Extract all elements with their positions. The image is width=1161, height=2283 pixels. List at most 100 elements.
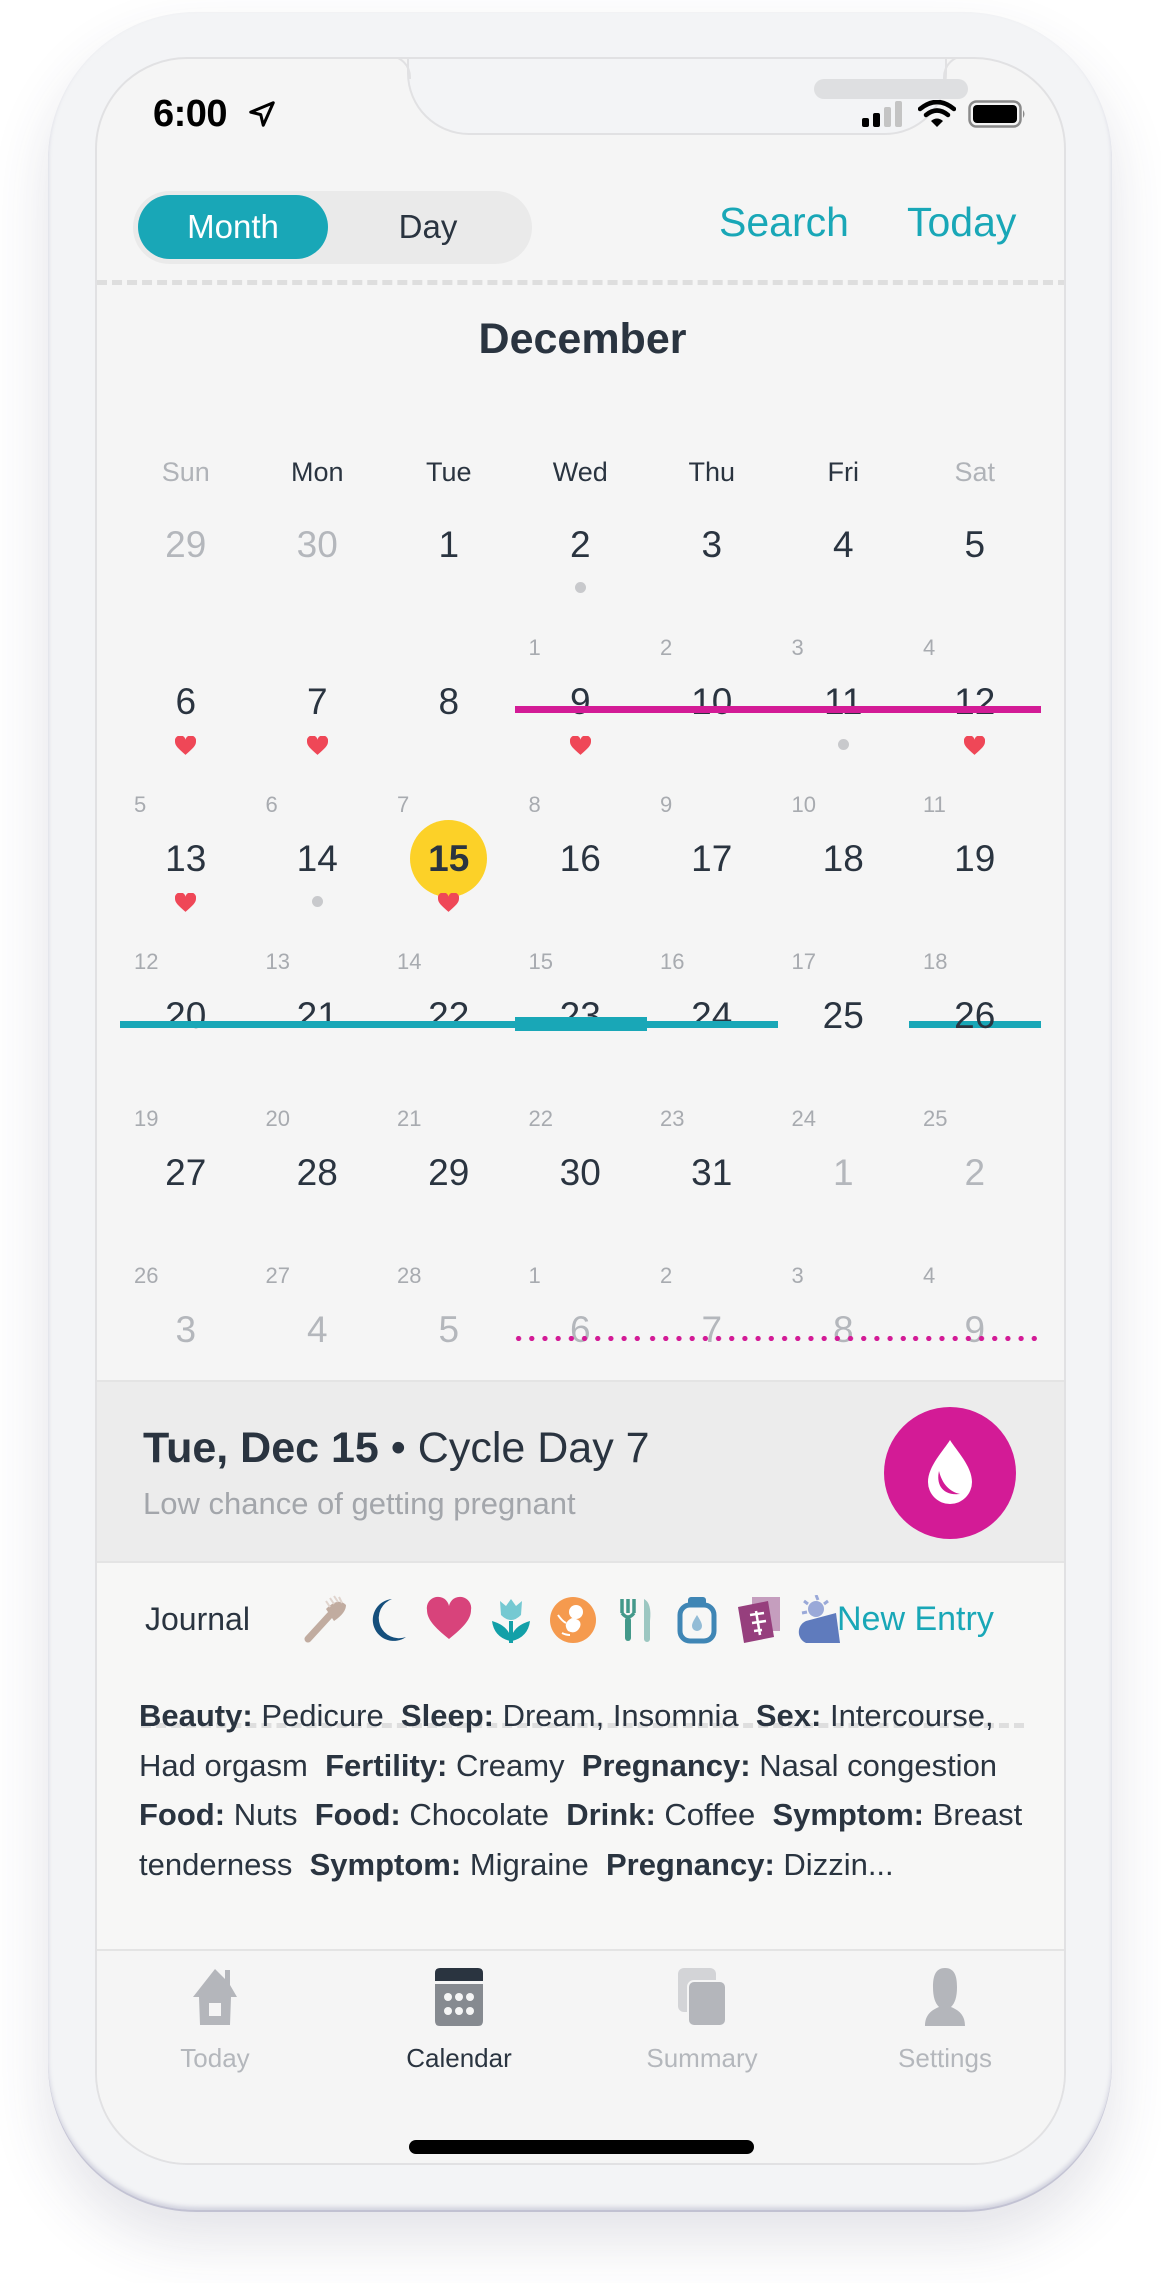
calendar-day[interactable]: 29: [120, 471, 252, 628]
selected-day-panel: Tue, Dec 15 • Cycle Day 7 Low chance of …: [97, 1380, 1064, 1563]
calendar-day[interactable]: 2: [515, 471, 647, 628]
calendar-day[interactable]: 19: [514, 628, 647, 785]
calendar-icon: [435, 1968, 483, 2026]
journal-entry-category: Sleep:: [400, 1698, 494, 1733]
summary-cards-icon: [678, 1968, 727, 2027]
intercourse-heart-icon: [174, 735, 197, 756]
calendar-day[interactable]: 6 14: [252, 785, 384, 942]
home-indicator[interactable]: [409, 2140, 754, 2154]
tab-summary[interactable]: Summary: [602, 1967, 802, 2082]
calendar-day[interactable]: 13 21: [251, 942, 384, 1099]
log-period-button[interactable]: [884, 1407, 1016, 1539]
tab-settings[interactable]: Settings: [845, 1967, 1045, 2082]
period-bar: [909, 706, 1041, 713]
drink-bottle-icon[interactable]: [672, 1595, 722, 1645]
journal-entry-category: Food:: [314, 1797, 401, 1832]
date-number: 18: [822, 838, 864, 879]
selected-date: Tue, Dec 15: [143, 1424, 379, 1472]
cycle-day-number: 27: [265, 1263, 290, 1288]
calendar-day[interactable]: 22 30: [515, 1099, 647, 1256]
status-time: 6:00: [153, 93, 228, 135]
cycle-day-number: 11: [923, 792, 946, 817]
date-number: 26: [954, 995, 996, 1036]
search-button[interactable]: Search: [719, 199, 849, 246]
cycle-day-number: 5: [134, 792, 147, 817]
day-view-button[interactable]: Day: [333, 195, 523, 259]
cycle-day-number: 13: [265, 949, 290, 974]
calendar-day[interactable]: 23 31: [646, 1099, 778, 1256]
calendar-day[interactable]: 11 19: [909, 785, 1041, 1028]
calendar-day[interactable]: 1: [383, 471, 515, 628]
pregnancy-fetus-icon[interactable]: [548, 1595, 598, 1645]
calendar-day[interactable]: 17 25: [778, 942, 910, 1099]
home-icon: [193, 1969, 237, 2025]
cellular-signal-icon: [862, 101, 902, 127]
date-number: 8: [832, 1309, 854, 1350]
symptom-note-icon[interactable]: [734, 1595, 784, 1645]
journal-entry-value: Creamy: [456, 1747, 565, 1783]
beauty-brush-icon[interactable]: [300, 1595, 350, 1645]
calendar-day[interactable]: 10 18: [778, 785, 910, 942]
calendar-day[interactable]: 4: [778, 471, 910, 628]
calendar-day[interactable]: 30: [252, 471, 384, 628]
cycle-day-number: 26: [134, 1263, 159, 1288]
calendar-day[interactable]: 18 26: [909, 942, 1041, 1099]
journal-entries[interactable]: Beauty: Pedicure Sleep: Dream, Insomnia …: [139, 1691, 1039, 1889]
new-entry-button[interactable]: New Entry: [837, 1600, 994, 1639]
date-number: 2: [569, 524, 591, 565]
fertility-tulip-icon[interactable]: [486, 1595, 536, 1645]
person-icon: [925, 1968, 965, 2026]
today-button[interactable]: Today: [907, 199, 1016, 246]
date-number: 19: [954, 838, 996, 879]
sex-heart-icon[interactable]: [424, 1595, 474, 1645]
cycle-day-number: 3: [791, 1263, 804, 1288]
calendar-day[interactable]: 19 27: [120, 1099, 252, 1256]
date-number: 1: [438, 524, 460, 565]
calendar-day[interactable]: 6: [120, 628, 252, 785]
calendar-day[interactable]: 5 13: [120, 785, 252, 942]
calendar-day[interactable]: 14 22: [383, 942, 515, 1099]
tab-today[interactable]: Today: [115, 1967, 315, 2082]
calendar-day[interactable]: 4 12: [909, 628, 1041, 785]
calendar-day[interactable]: 8: [383, 628, 515, 785]
cycle-day-number: 2: [660, 635, 673, 660]
journal-entry-value: Nuts: [233, 1797, 298, 1832]
period-bar: [777, 706, 910, 713]
pregnancy-chance: Low chance of getting pregnant: [143, 1486, 576, 1521]
journal-entry-category: Beauty:: [139, 1698, 253, 1733]
calendar-day[interactable]: 2 10: [646, 628, 778, 785]
predicted-period-bar: [777, 1336, 910, 1341]
sleep-moon-icon[interactable]: [362, 1595, 412, 1645]
title-separator: •: [378, 1424, 418, 1472]
calendar-day[interactable]: 15 23: [514, 942, 647, 1099]
tab-bar: Today Calendar Summary Settings: [97, 1949, 1064, 2163]
journal-entry-value: Dizzin...: [783, 1846, 894, 1882]
calendar-day[interactable]: 8 16: [515, 785, 647, 942]
cycle-day-number: 23: [660, 1106, 685, 1131]
calendar-day[interactable]: 3: [646, 471, 778, 628]
date-number: 28: [296, 1152, 338, 1193]
calendar-day-today[interactable]: 7 15: [383, 785, 515, 942]
date-number: 29: [428, 1152, 470, 1193]
date-number: 13: [165, 838, 207, 879]
calendar-day[interactable]: 5: [909, 471, 1041, 628]
date-number: 4: [832, 524, 854, 565]
calendar-day[interactable]: 20 28: [252, 1099, 384, 1256]
calendar-day[interactable]: 7: [252, 628, 384, 785]
calendar-day[interactable]: 21 29: [383, 1099, 515, 1256]
date-number: 5: [964, 524, 986, 565]
cycle-day-number: 17: [791, 949, 816, 974]
calendar-day[interactable]: 16 24: [646, 942, 778, 1099]
calendar-day[interactable]: 3 11: [777, 628, 910, 785]
tab-calendar[interactable]: Calendar: [359, 1967, 559, 2082]
calendar-day[interactable]: 9 17: [646, 785, 778, 942]
journal-entry-value: Nasal congestion: [759, 1747, 998, 1783]
calendar-day[interactable]: 12 20: [120, 942, 252, 1099]
calendar-day[interactable]: 25 2: [909, 1099, 1041, 1256]
month-view-button[interactable]: Month: [138, 195, 328, 259]
cycle-day-number: 8: [528, 792, 541, 817]
journal-entry-value: Chocolate: [409, 1797, 549, 1832]
food-utensils-icon[interactable]: [610, 1595, 660, 1645]
date-number: 6: [569, 1309, 591, 1350]
calendar-day[interactable]: 24 1: [778, 1099, 910, 1256]
